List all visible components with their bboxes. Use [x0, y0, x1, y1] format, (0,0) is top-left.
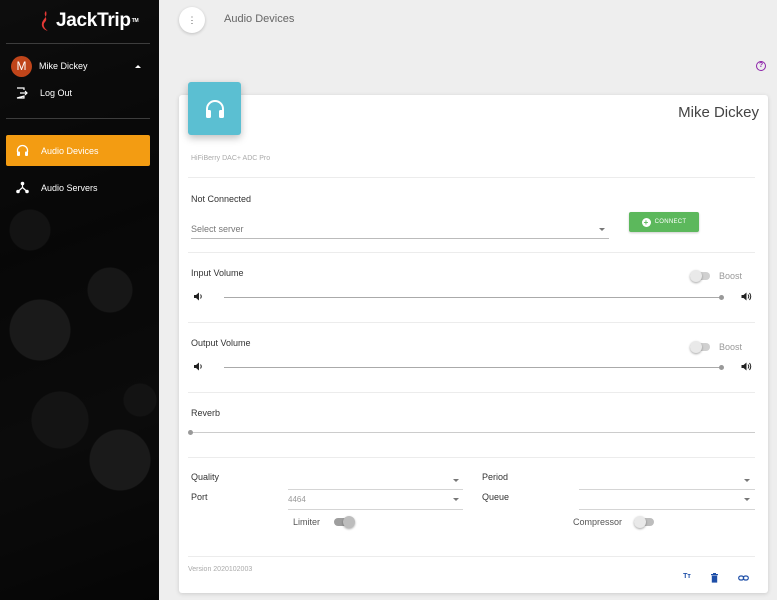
port-select-underline — [288, 509, 463, 510]
divider — [188, 322, 755, 323]
quality-label: Quality — [191, 472, 220, 482]
connection-status: Not Connected — [191, 194, 252, 204]
user-name: Mike Dickey — [39, 61, 88, 71]
logo-text: JackTrip — [56, 10, 131, 31]
volume-up-icon — [741, 362, 752, 371]
divider — [188, 392, 755, 393]
output-volume-slider[interactable] — [224, 367, 722, 368]
reverb-label: Reverb — [191, 408, 221, 418]
limiter-label: Limiter — [293, 517, 321, 527]
more-vertical-icon: ⋮ — [187, 14, 197, 25]
reverb-slider[interactable] — [189, 432, 755, 433]
headphones-icon — [205, 99, 224, 118]
sidebar-divider — [6, 118, 150, 119]
logo-trademark: TM — [131, 18, 139, 24]
connect-label: CONNECT — [654, 219, 687, 225]
jacktrip-logo[interactable]: JackTrip TM — [40, 9, 139, 33]
device-card — [179, 95, 768, 593]
user-menu[interactable]: M Mike Dickey — [11, 55, 141, 77]
input-volume-label: Input Volume — [191, 268, 244, 278]
delete-icon[interactable] — [710, 573, 719, 583]
chevron-down-icon — [599, 228, 605, 231]
sidebar-item-audio-servers[interactable]: Audio Servers — [6, 172, 150, 203]
version-text: Version 2020102003 — [188, 566, 253, 573]
divider — [188, 556, 755, 557]
compressor-label: Compressor — [573, 517, 623, 527]
link-icon[interactable] — [738, 573, 749, 583]
text-size-icon[interactable]: Tт — [682, 573, 692, 583]
input-boost-toggle[interactable] — [690, 270, 710, 282]
sidebar-item-label: Audio Servers — [41, 182, 98, 193]
device-icon-tile — [188, 82, 241, 135]
output-volume-thumb[interactable] — [719, 365, 724, 370]
divider — [188, 252, 755, 253]
port-label: Port — [191, 492, 208, 502]
divider — [188, 457, 755, 458]
input-boost-label: Boost — [719, 271, 743, 281]
queue-select-underline — [579, 509, 755, 510]
flame-logo-icon — [41, 11, 48, 31]
input-volume-thumb[interactable] — [719, 295, 724, 300]
divider — [188, 177, 755, 178]
output-volume-label: Output Volume — [191, 338, 251, 348]
chevron-down-icon — [744, 479, 750, 482]
output-boost-label: Boost — [719, 342, 743, 352]
plus-circle-icon: + — [641, 217, 651, 227]
volume-down-icon — [194, 292, 202, 301]
sidebar: JackTrip TM M Mike Dickey Log Out Audio D… — [0, 0, 159, 600]
toggle-knob — [343, 516, 355, 528]
logout-link[interactable]: Log Out — [16, 87, 72, 99]
caret-up-icon — [135, 64, 141, 68]
period-label: Period — [482, 472, 509, 482]
network-icon — [16, 181, 29, 194]
menu-button[interactable]: ⋮ — [179, 7, 205, 33]
compressor-toggle[interactable] — [634, 516, 654, 528]
device-name: HiFiBerry DAC+ ADC Pro — [191, 155, 271, 162]
toggle-knob — [634, 516, 646, 528]
chevron-down-icon — [453, 498, 459, 501]
toggle-knob — [690, 341, 702, 353]
sidebar-item-audio-devices[interactable]: Audio Devices — [6, 135, 150, 166]
device-owner-title: Mike Dickey — [678, 104, 759, 121]
period-select-underline — [579, 489, 755, 490]
server-select-underline — [191, 238, 609, 239]
output-boost-toggle[interactable] — [690, 341, 710, 353]
logout-label: Log Out — [40, 88, 73, 98]
limiter-toggle[interactable] — [334, 516, 355, 528]
server-select[interactable]: Select server — [191, 224, 244, 234]
reverb-thumb[interactable] — [188, 430, 193, 435]
help-icon[interactable]: ? — [756, 61, 766, 71]
sidebar-item-label: Audio Devices — [41, 145, 99, 156]
headphones-icon — [16, 144, 29, 156]
logout-icon — [16, 87, 28, 99]
toggle-knob — [690, 270, 702, 282]
quality-select-underline — [288, 489, 463, 490]
page-title: Audio Devices — [224, 13, 295, 25]
chevron-down-icon — [453, 479, 459, 482]
queue-label: Queue — [482, 492, 510, 502]
volume-up-icon — [741, 292, 752, 301]
connect-button[interactable]: + CONNECT — [629, 212, 699, 232]
sidebar-divider — [6, 43, 150, 44]
avatar: M — [11, 55, 32, 77]
volume-down-icon — [194, 362, 202, 371]
port-select[interactable]: 4464 — [288, 495, 306, 504]
input-volume-slider[interactable] — [224, 297, 722, 298]
chevron-down-icon — [744, 498, 750, 501]
